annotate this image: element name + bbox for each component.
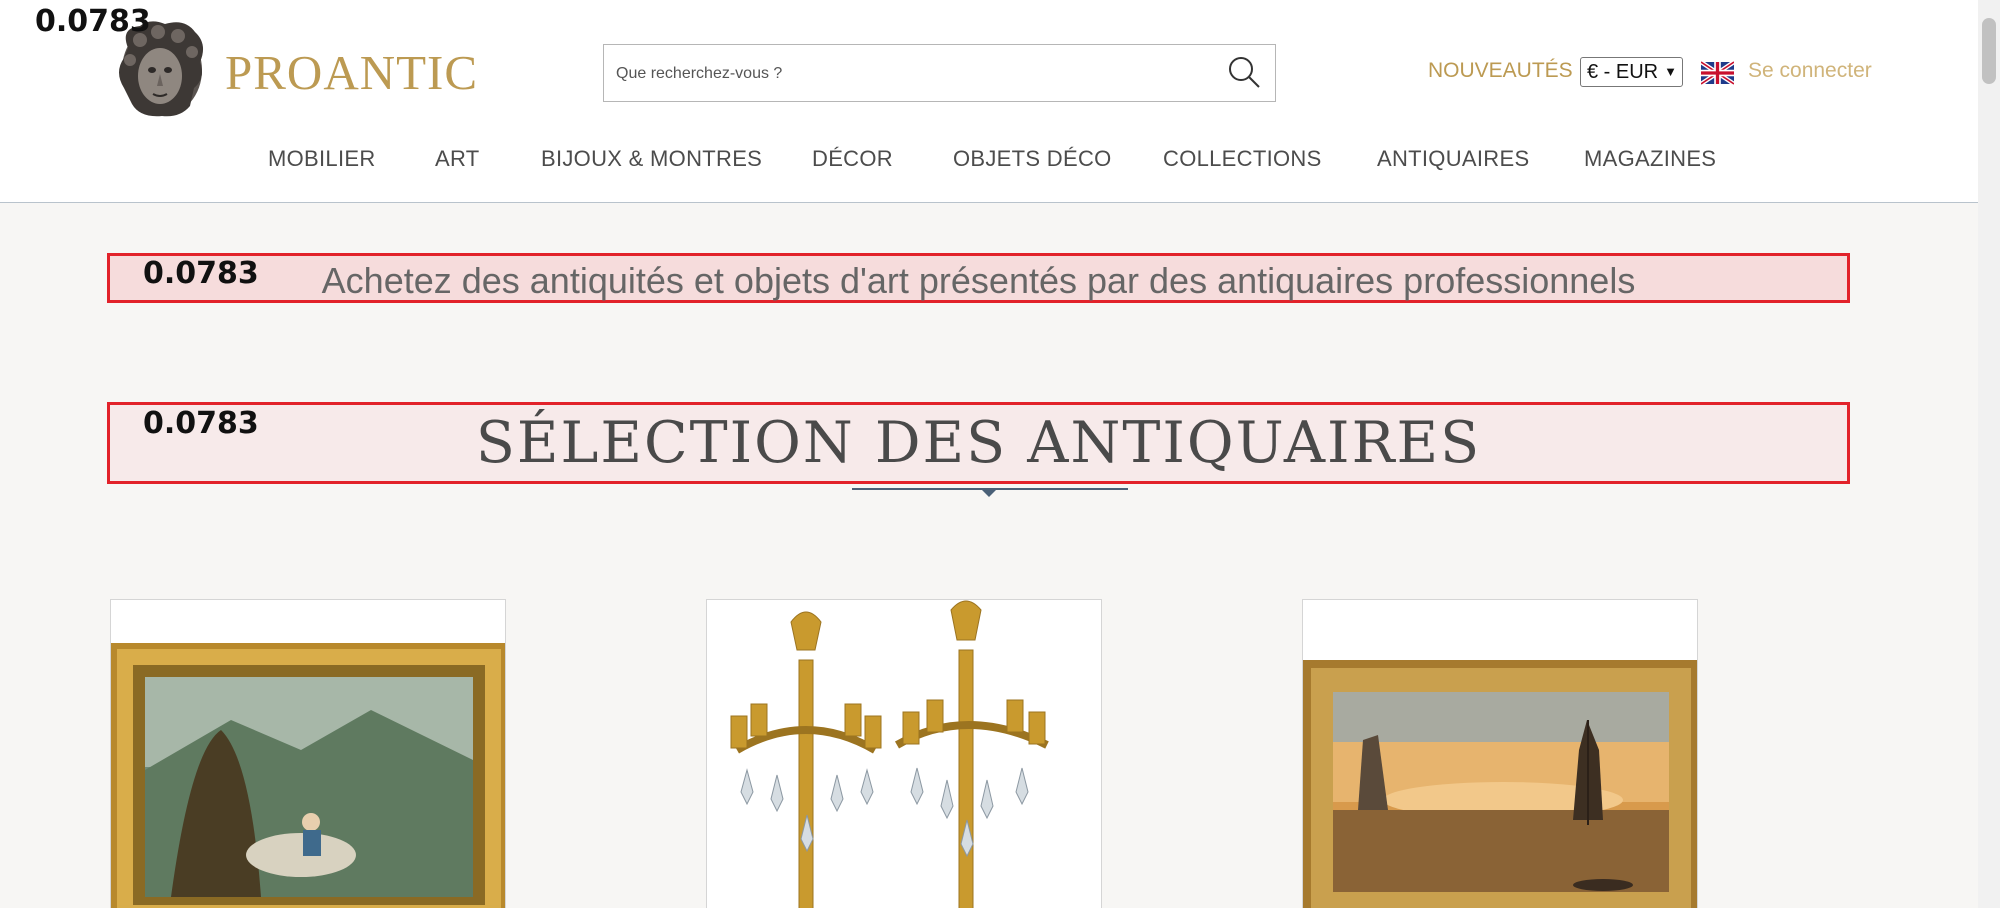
search-button[interactable] bbox=[1224, 51, 1264, 93]
nav-item-bijoux-montres[interactable]: BIJOUX & MONTRES bbox=[541, 146, 762, 172]
site-header: PROANTIC NOUVEAUTÉS € - EUR ▼ Se connect… bbox=[0, 0, 1978, 203]
score-label-top: 0.0783 bbox=[35, 4, 151, 39]
search-icon bbox=[1229, 57, 1260, 88]
vertical-scrollbar[interactable] bbox=[1978, 0, 2000, 908]
divider-arrow bbox=[982, 490, 996, 497]
nav-item-objets-deco[interactable]: OBJETS DÉCO bbox=[953, 146, 1112, 172]
nav-item-decor[interactable]: DÉCOR bbox=[812, 146, 893, 172]
tagline-highlight: Achetez des antiquités et objets d'art p… bbox=[107, 253, 1850, 303]
section-title-highlight: SÉLECTION DES ANTIQUAIRES bbox=[107, 402, 1850, 484]
product-card-candelabra[interactable] bbox=[706, 599, 1102, 908]
nav-item-mobilier[interactable]: MOBILIER bbox=[268, 146, 376, 172]
search-box bbox=[603, 44, 1276, 102]
nav-item-art[interactable]: ART bbox=[435, 146, 480, 172]
brand-name[interactable]: PROANTIC bbox=[225, 44, 478, 101]
search-input[interactable] bbox=[616, 59, 1196, 89]
currency-value: € - EUR bbox=[1587, 61, 1659, 83]
section-title: SÉLECTION DES ANTIQUAIRES bbox=[475, 410, 1482, 476]
product-card-painting-seascape[interactable] bbox=[1302, 599, 1698, 908]
chevron-down-icon: ▼ bbox=[1664, 64, 1677, 79]
nouveautes-link[interactable]: NOUVEAUTÉS bbox=[1428, 59, 1573, 83]
painting-seascape-image bbox=[1303, 600, 1697, 908]
nav-item-collections[interactable]: COLLECTIONS bbox=[1163, 146, 1322, 172]
score-label-tagline: 0.0783 bbox=[143, 256, 259, 291]
main-nav: MOBILIER ART BIJOUX & MONTRES DÉCOR OBJE… bbox=[0, 146, 1978, 182]
login-link[interactable]: Se connecter bbox=[1748, 59, 1872, 83]
score-label-section: 0.0783 bbox=[143, 406, 259, 441]
tagline-text: Achetez des antiquités et objets d'art p… bbox=[321, 260, 1636, 301]
product-card-painting-landscape[interactable] bbox=[110, 599, 506, 908]
currency-select[interactable]: € - EUR ▼ bbox=[1580, 57, 1683, 87]
nav-item-magazines[interactable]: MAGAZINES bbox=[1584, 146, 1716, 172]
painting-landscape-image bbox=[111, 643, 505, 908]
nav-item-antiquaires[interactable]: ANTIQUAIRES bbox=[1377, 146, 1529, 172]
scrollbar-thumb[interactable] bbox=[1982, 18, 1996, 84]
uk-flag-icon[interactable] bbox=[1701, 61, 1734, 85]
candelabra-image bbox=[707, 600, 1101, 908]
